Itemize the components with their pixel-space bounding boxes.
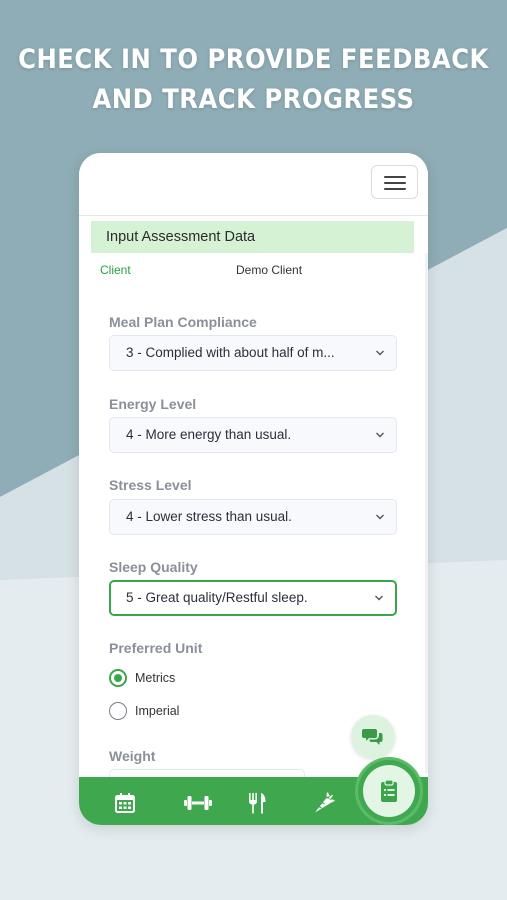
imperial-radio[interactable] (109, 702, 127, 720)
calendar-icon[interactable] (113, 791, 137, 815)
app-topbar (79, 153, 428, 215)
sleep-quality-value: 5 - Great quality/Restful sleep. (126, 590, 308, 605)
chat-button[interactable] (351, 715, 395, 759)
meal-plan-compliance-select[interactable]: 3 - Complied with about half of m... (109, 335, 397, 371)
energy-level-label: Energy Level (109, 396, 197, 412)
metrics-radio[interactable] (109, 669, 127, 687)
stress-level-label: Stress Level (109, 477, 192, 493)
client-label: Client (100, 263, 131, 277)
preferred-unit-label: Preferred Unit (109, 640, 203, 656)
chevron-down-icon (376, 514, 384, 520)
stress-level-select[interactable]: 4 - Lower stress than usual. (109, 499, 397, 535)
energy-level-value: 4 - More energy than usual. (126, 427, 292, 442)
headline-line-1: CHECK IN TO PROVIDE FEEDBACK (18, 44, 489, 75)
weight-label: Weight (109, 748, 156, 764)
client-value: Demo Client (236, 263, 303, 277)
chevron-down-icon (375, 595, 383, 601)
imperial-radio-label[interactable]: Imperial (135, 704, 179, 718)
stress-level-value: 4 - Lower stress than usual. (126, 509, 292, 524)
hamburger-menu-icon[interactable] (371, 165, 418, 199)
check-in-button[interactable] (358, 760, 420, 822)
check-in-button-inner (363, 765, 415, 817)
promo-headline: CHECK IN TO PROVIDE FEEDBACK AND TRACK P… (0, 40, 507, 120)
chevron-down-icon (376, 432, 384, 438)
phone-screen: Input Assessment Data Client Demo Client… (79, 153, 428, 825)
sleep-quality-select[interactable]: 5 - Great quality/Restful sleep. (109, 580, 397, 616)
carrot-icon[interactable] (312, 791, 336, 815)
fork-knife-icon[interactable] (245, 791, 269, 815)
chevron-down-icon (376, 350, 384, 356)
metrics-radio-label[interactable]: Metrics (135, 671, 175, 685)
clipboard-icon (381, 779, 397, 802)
sleep-quality-label: Sleep Quality (109, 559, 198, 575)
scrollbar-track[interactable] (425, 253, 428, 773)
meal-plan-compliance-label: Meal Plan Compliance (109, 314, 257, 330)
dumbbell-icon[interactable] (183, 791, 213, 815)
chat-bubbles-icon (362, 729, 383, 745)
meal-plan-compliance-value: 3 - Complied with about half of m... (126, 345, 335, 360)
energy-level-select[interactable]: 4 - More energy than usual. (109, 417, 397, 453)
section-title: Input Assessment Data (91, 221, 414, 253)
headline-line-2: AND TRACK PROGRESS (92, 84, 415, 115)
topbar-divider (79, 215, 428, 216)
